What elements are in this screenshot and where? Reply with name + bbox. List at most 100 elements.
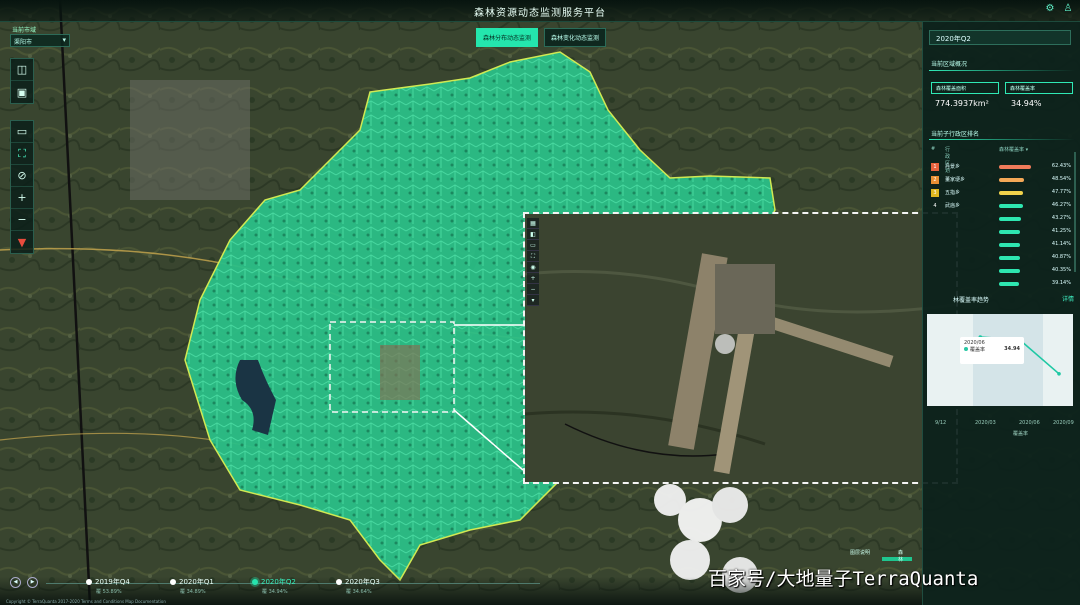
timeline-play-icon[interactable]: ▶ bbox=[27, 577, 38, 588]
ranking-row[interactable]: 1 丹景乡 62.43% bbox=[931, 162, 1075, 172]
rank-value: 41.25% bbox=[1051, 228, 1071, 234]
inset-minus-icon[interactable]: − bbox=[527, 284, 539, 295]
inset-fullscreen-icon[interactable]: ⛶ bbox=[527, 251, 539, 262]
timeline-label: 2020年Q1 bbox=[179, 578, 214, 586]
rank-bar bbox=[999, 165, 1031, 169]
rank-value: 43.27% bbox=[1051, 215, 1071, 221]
inset-toolbar: ▦ ◧ ▭ ⛶ ◉ + − ▾ bbox=[527, 218, 539, 306]
rank-value: 46.27% bbox=[1051, 202, 1071, 208]
ranking-header-value[interactable]: 森林覆盖率 ▾ bbox=[999, 146, 1028, 153]
tab-forest-change[interactable]: 森林变化动态监测 bbox=[544, 28, 607, 47]
zoom-inset-view[interactable]: ▦ ◧ ▭ ⛶ ◉ + − ▾ bbox=[523, 212, 958, 484]
toolbar-bottom: ▭ ⛶ ⊘ + − ▼ bbox=[10, 120, 34, 254]
ranking-row[interactable]: 40.87% bbox=[931, 253, 1075, 263]
timeline-label: 2019年Q4 bbox=[95, 578, 130, 586]
toolbar-top: ◫ ▣ bbox=[10, 58, 34, 104]
inset-measure-icon[interactable]: ▭ bbox=[527, 240, 539, 251]
ranking-row[interactable]: 4 武庙乡 46.27% bbox=[931, 201, 1075, 211]
inset-north-icon[interactable]: ▾ bbox=[527, 295, 539, 306]
watermark: 百家号/大地量子TerraQuanta bbox=[708, 568, 979, 590]
rank-name: 丹景乡 bbox=[945, 164, 961, 170]
rank-bar bbox=[999, 269, 1020, 273]
section-divider bbox=[929, 139, 1075, 140]
rank-value: 40.35% bbox=[1051, 267, 1071, 273]
timeline-sub-label: 覆 53.89% bbox=[96, 589, 122, 595]
rank-number: 1 bbox=[931, 163, 939, 171]
ranking-row[interactable]: 39.14% bbox=[931, 279, 1075, 289]
ranking-row[interactable]: 43.27% bbox=[931, 214, 1075, 224]
timeline-label: 2020年Q2 bbox=[261, 578, 296, 586]
rank-value: 40.87% bbox=[1051, 254, 1071, 260]
rank-number: 2 bbox=[931, 176, 939, 184]
mode-tabs: 森林分布动态监测 森林变化动态监测 bbox=[476, 28, 607, 47]
right-panel: 2020年Q2 当前区域概况 森林覆盖面积 森林覆盖率 774.3937km² … bbox=[922, 22, 1080, 605]
airport-satellite-detail bbox=[525, 214, 956, 482]
x-axis-label: 覆盖率 bbox=[1013, 431, 1029, 437]
ranking-row[interactable]: 40.35% bbox=[931, 266, 1075, 276]
series-dot-icon bbox=[964, 347, 968, 351]
inset-plus-icon[interactable]: + bbox=[527, 273, 539, 284]
rank-value: 48.54% bbox=[1051, 176, 1071, 182]
rank-bar bbox=[999, 256, 1020, 260]
chevron-down-icon: ▾ bbox=[62, 36, 66, 44]
rank-number bbox=[931, 267, 939, 275]
screenshot-icon[interactable]: ▣ bbox=[11, 81, 33, 103]
measure-icon[interactable]: ▭ bbox=[11, 121, 33, 143]
compass-north-icon[interactable]: ▼ bbox=[11, 231, 33, 253]
rank-name: 武庙乡 bbox=[945, 203, 961, 209]
chart-tooltip: 2020/06 覆盖率 34.94 bbox=[960, 337, 1024, 364]
x-tick-label: 2020/06 bbox=[1019, 420, 1040, 426]
x-tick-label: 2020/03 bbox=[975, 420, 996, 426]
timeline-point[interactable]: 2020年Q2 bbox=[252, 577, 296, 587]
ranking-row[interactable]: 41.25% bbox=[931, 227, 1075, 237]
zoom-out-icon[interactable]: − bbox=[11, 209, 33, 231]
ranking-header-rank: # bbox=[931, 146, 936, 152]
zoom-in-icon[interactable]: + bbox=[11, 187, 33, 209]
user-icon[interactable]: ♙ bbox=[1062, 3, 1074, 15]
timeline-sub-label: 覆 34.94% bbox=[262, 589, 288, 595]
inset-layers-icon[interactable]: ◧ bbox=[527, 229, 539, 240]
region-select[interactable]: 渠阳市 ▾ bbox=[10, 34, 70, 47]
trend-title: 林覆盖率趋势 bbox=[953, 297, 990, 304]
ranking-title: 当前子行政区排名 bbox=[931, 131, 980, 138]
rank-number bbox=[931, 280, 939, 288]
rank-bar bbox=[999, 217, 1022, 221]
ranking-row[interactable]: 41.14% bbox=[931, 240, 1075, 250]
ranking-row[interactable]: 3 五指乡 47.77% bbox=[931, 188, 1075, 198]
rank-bar bbox=[999, 204, 1023, 208]
rank-number bbox=[931, 254, 939, 262]
timeline-point[interactable]: 2020年Q3 bbox=[336, 577, 380, 587]
series-point[interactable] bbox=[1057, 372, 1061, 376]
legend-swatch bbox=[882, 557, 912, 561]
timeline-prev-icon[interactable]: ◀ bbox=[10, 577, 21, 588]
split-panel-icon[interactable]: ◫ bbox=[11, 59, 33, 81]
top-bar: 森林资源动态监测服务平台 ⚙ ♙ bbox=[0, 0, 1080, 22]
settings-icon[interactable]: ⚙ bbox=[1044, 3, 1056, 15]
rank-bar bbox=[999, 230, 1021, 234]
timeline-sub-label: 覆 34.64% bbox=[346, 589, 372, 595]
hide-eye-icon[interactable]: ⊘ bbox=[11, 165, 33, 187]
inset-eye-icon[interactable]: ◉ bbox=[527, 262, 539, 273]
tab-forest-distribution[interactable]: 森林分布动态监测 bbox=[476, 28, 539, 47]
page-title: 森林资源动态监测服务平台 bbox=[474, 8, 606, 19]
rank-bar bbox=[999, 191, 1024, 195]
copyright-text: Copyright © TerraQuanta 2017-2020 Terms … bbox=[6, 599, 166, 604]
rank-bar bbox=[999, 178, 1024, 182]
rank-value: 41.14% bbox=[1051, 241, 1071, 247]
ranking-row[interactable]: 2 董家埂乡 48.54% bbox=[931, 175, 1075, 185]
inset-grid-icon[interactable]: ▦ bbox=[527, 218, 539, 229]
ranking-header: # 行政区划 森林覆盖率 ▾ bbox=[931, 146, 1028, 174]
section-divider bbox=[929, 70, 1075, 71]
trend-detail-link[interactable]: 详情 bbox=[1062, 294, 1074, 303]
tooltip-value: 34.94 bbox=[1004, 346, 1020, 352]
stat-value-rate: 34.94% bbox=[1011, 99, 1042, 108]
app-root: ▦ ◧ ▭ ⛶ ◉ + − ▾ 森林资源动态监测服务平台 ⚙ ♙ 当前市域 渠阳… bbox=[0, 0, 1080, 605]
period-selector[interactable]: 2020年Q2 bbox=[929, 30, 1071, 45]
legend-title: 图层说明 bbox=[850, 550, 871, 556]
tooltip-series: 覆盖率 bbox=[970, 347, 986, 353]
rank-bar bbox=[999, 243, 1021, 247]
ranking-scrollbar[interactable] bbox=[1074, 152, 1076, 272]
timeline-point[interactable]: 2019年Q4 bbox=[86, 577, 130, 587]
fullscreen-frame-icon[interactable]: ⛶ bbox=[11, 143, 33, 165]
timeline-point[interactable]: 2020年Q1 bbox=[170, 577, 214, 587]
